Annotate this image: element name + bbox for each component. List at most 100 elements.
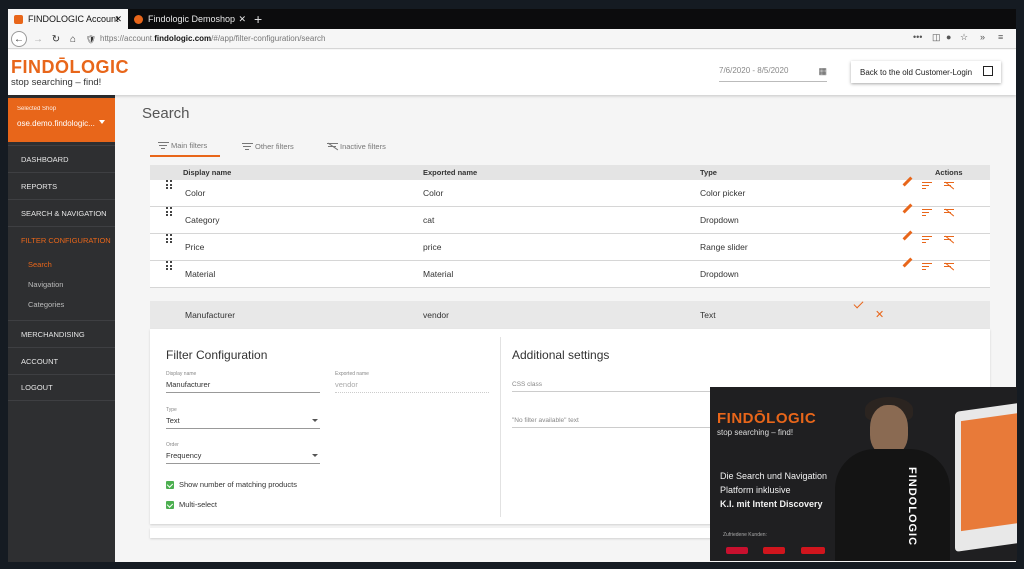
home-icon[interactable]: ⌂ — [65, 31, 81, 47]
date-range-picker[interactable]: 7/6/2020 - 8/5/2020 ▦ — [719, 66, 827, 82]
type-value: Text — [166, 416, 320, 429]
page-actions-button[interactable]: ••• — [913, 32, 922, 42]
table-row[interactable]: Category cat Dropdown — [150, 203, 990, 234]
browser-tab-bar: FINDOLOGIC Account ✕ Findologic Demoshop… — [8, 9, 1016, 29]
table-header: Display name Exported name Type Actions — [150, 165, 990, 180]
sidebar-item-label: SEARCH & NAVIGATION — [21, 208, 107, 218]
url-bar[interactable]: https://account.findologic.com/#/app/fil… — [100, 32, 660, 46]
display-name-field[interactable]: Display name Manufacturer — [166, 371, 320, 393]
deactivate-filter-icon[interactable] — [944, 207, 955, 218]
type-label: Type — [166, 407, 177, 413]
sidebar-item-label: FILTER CONFIGURATION — [21, 235, 111, 245]
no-filter-text-placeholder: "No filter available" text — [512, 417, 734, 428]
sidebar-item-search-navigation[interactable]: SEARCH & NAVIGATION — [8, 199, 115, 226]
cancel-x-icon[interactable]: ✕ — [875, 301, 884, 329]
sidebar-item-dashboard[interactable]: DASHBOARD — [8, 145, 115, 172]
table-row[interactable]: Price price Range slider — [150, 230, 990, 261]
table-row[interactable]: Color Color Color picker — [150, 176, 990, 207]
sidebar-item-label: ACCOUNT — [21, 356, 59, 366]
shop-selector-value: ose.demo.findologic... — [17, 119, 95, 128]
forward-button[interactable]: → — [30, 31, 46, 47]
extension-icon[interactable]: ● — [946, 32, 951, 42]
confirm-check-icon[interactable] — [853, 298, 864, 309]
exported-name-field: Exported name vendor — [335, 371, 489, 393]
tab-findologic-account[interactable]: FINDOLOGIC Account ✕ — [8, 9, 128, 29]
move-to-other-filters-icon[interactable] — [922, 180, 933, 191]
sidebar-item-merchandising[interactable]: MERCHANDISING — [8, 320, 115, 347]
edit-row-manufacturer: Manufacturer vendor Text ✕ — [150, 298, 990, 329]
additional-settings-title: Additional settings — [512, 348, 610, 362]
video-text-line: K.I. mit Intent Discovery — [720, 499, 823, 509]
multi-select-checkbox[interactable]: Multi-select — [166, 500, 217, 509]
checkbox-label: Multi-select — [179, 500, 217, 509]
deactivate-filter-icon[interactable] — [944, 234, 955, 245]
sidebar-subitem-categories[interactable]: Categories — [28, 300, 64, 309]
checkbox-checked-icon — [166, 500, 174, 509]
edit-pencil-icon[interactable] — [901, 203, 913, 218]
video-small-text: Zufriedene Kunden: — [723, 532, 767, 538]
move-to-other-filters-icon[interactable] — [922, 207, 933, 218]
order-select[interactable]: Order Frequency — [166, 442, 320, 464]
sidebar-subitem-search[interactable]: Search — [28, 260, 52, 269]
table-row[interactable]: Material Material Dropdown — [150, 257, 990, 288]
close-icon[interactable]: ✕ — [238, 14, 246, 25]
no-filter-text-field[interactable]: "No filter available" text — [512, 414, 734, 428]
favicon-icon — [134, 14, 143, 24]
exported-name-value: vendor — [335, 380, 489, 393]
css-class-field[interactable]: CSS class — [512, 378, 734, 392]
video-text-line: Platform inklusive — [720, 485, 791, 495]
sidebar-item-logout[interactable]: LOGOUT — [8, 374, 115, 401]
show-matching-products-checkbox[interactable]: Show number of matching products — [166, 480, 297, 489]
pocket-icon[interactable]: ◫ — [932, 32, 941, 43]
display-name-label: Display name — [166, 371, 197, 377]
new-tab-button[interactable]: + — [254, 9, 262, 29]
findologic-logo[interactable]: FINDŌLOGIC stop searching – find! — [11, 58, 129, 88]
close-icon[interactable]: ✕ — [114, 14, 122, 25]
deactivate-filter-icon[interactable] — [944, 180, 955, 191]
sidebar-subitem-navigation[interactable]: Navigation — [28, 280, 63, 289]
display-name-value: Manufacturer — [166, 380, 320, 393]
row-type: Dropdown — [700, 269, 739, 279]
caret-down-icon — [312, 454, 318, 457]
external-link-icon — [983, 66, 993, 76]
row-type: Dropdown — [700, 215, 739, 225]
reload-button[interactable]: ↻ — [48, 31, 64, 47]
tab-title: FINDOLOGIC Account — [28, 14, 119, 24]
tab-inactive-filters[interactable]: Inactive filters — [327, 135, 386, 157]
column-header-display-name: Display name — [183, 168, 232, 177]
edit-pencil-icon[interactable] — [901, 176, 913, 191]
tab-label: Other filters — [255, 141, 294, 151]
old-login-button[interactable]: Back to the old Customer-Login — [851, 61, 1001, 83]
shirt-print: FINDOLOGIC — [906, 467, 918, 547]
tab-main-filters[interactable]: Main filters — [150, 135, 220, 157]
overflow-icon[interactable]: » — [980, 32, 985, 42]
type-select[interactable]: Type Text — [166, 407, 320, 429]
url-prefix: https://account. — [100, 34, 155, 43]
edit-pencil-icon[interactable] — [901, 257, 913, 272]
calendar-icon[interactable]: ▦ — [818, 66, 827, 77]
video-overlay[interactable]: FINDOLOGIC FINDŌLOGIC stop searching – f… — [710, 387, 1017, 561]
customer-logo — [726, 547, 748, 554]
back-button[interactable]: ← — [11, 31, 27, 47]
sidebar-item-reports[interactable]: REPORTS — [8, 172, 115, 199]
edit-pencil-icon[interactable] — [901, 230, 913, 245]
tab-findologic-demoshop[interactable]: Findologic Demoshop ✕ — [128, 9, 252, 29]
menu-icon[interactable]: ≡ — [998, 32, 1003, 42]
drag-handle-icon[interactable] — [166, 261, 172, 270]
checkbox-label: Show number of matching products — [179, 480, 297, 489]
row-display-name: Material — [185, 269, 216, 279]
video-tagline: stop searching – find! — [717, 428, 794, 437]
deactivate-filter-icon[interactable] — [944, 261, 955, 272]
shop-selector[interactable]: Selected Shop ose.demo.findologic... — [8, 98, 115, 142]
move-to-other-filters-icon[interactable] — [922, 261, 933, 272]
move-to-other-filters-icon[interactable] — [922, 234, 933, 245]
shield-icon[interactable]: 🛡 — [83, 31, 99, 47]
drag-handle-icon[interactable] — [166, 207, 172, 216]
filter-add-icon — [242, 142, 253, 150]
drag-handle-icon[interactable] — [166, 180, 172, 189]
tab-other-filters[interactable]: Other filters — [242, 135, 294, 157]
sidebar-item-filter-configuration[interactable]: FILTER CONFIGURATION — [8, 226, 115, 253]
bookmark-star-icon[interactable]: ☆ — [960, 32, 968, 43]
sidebar-item-account[interactable]: ACCOUNT — [8, 347, 115, 374]
drag-handle-icon[interactable] — [166, 234, 172, 243]
